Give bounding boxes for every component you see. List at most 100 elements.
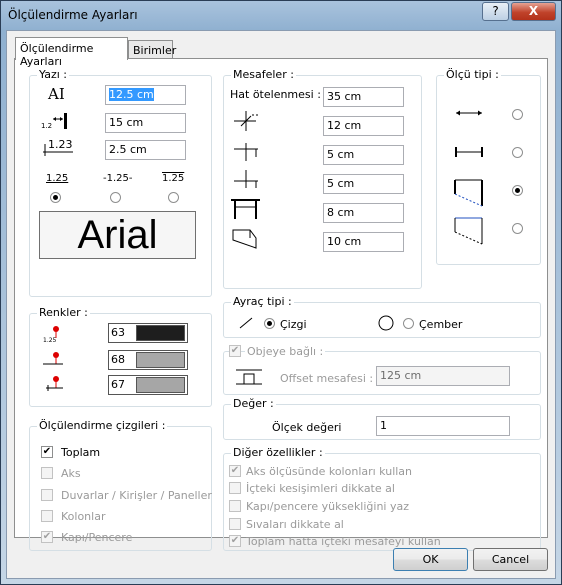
style-over-radio[interactable] xyxy=(168,192,179,203)
olcek-degeri-label: Ölçek değeri xyxy=(272,421,342,434)
column-distance-icon xyxy=(231,199,260,219)
kapi-yukseklik-label: Kapı/pencere yüksekliğini yaz xyxy=(246,500,410,513)
help-button[interactable]: ? xyxy=(482,2,509,21)
mesafe-2-input[interactable]: 12 cm xyxy=(323,116,404,136)
line-separator-icon xyxy=(239,317,253,329)
text-gap-icon: 1.2 xyxy=(41,113,67,130)
tab-olculendirme-ayarlari[interactable]: Ölçülendirme Ayarları xyxy=(15,37,128,68)
olcek-degeri-input[interactable]: 1 xyxy=(376,416,510,436)
olcu-tipi-group: Ölçü tipi : xyxy=(436,68,541,265)
extension-length-icon xyxy=(234,143,258,161)
mesafe-3-input[interactable]: 5 cm xyxy=(323,145,404,165)
mesafe-6-input[interactable]: 10 cm xyxy=(323,232,404,252)
olcu-tipi-legend: Ölçü tipi : xyxy=(444,68,501,81)
marker-color-picker[interactable]: 67 xyxy=(108,375,188,395)
extension-gap-icon xyxy=(234,170,258,188)
title-bar: Ölçülendirme Ayarları ? X xyxy=(1,1,561,29)
olcu-tipi-radio-4[interactable] xyxy=(512,223,523,234)
olcu-tipi-radio-1[interactable] xyxy=(512,109,523,120)
tab-birimler[interactable]: Birimler xyxy=(128,40,176,58)
ayrac-tipi-group: Ayraç tipi : Çizgi Çember xyxy=(223,295,541,338)
renkler-legend: Renkler : xyxy=(37,306,90,319)
sivalar-label: Sıvaları dikkate al xyxy=(246,518,344,531)
text-offset-icon: 1.23 xyxy=(43,138,73,156)
mesafeler-group: Mesafeler : Hat ötelenmesi : 35 cm 12 cm… xyxy=(223,68,422,289)
window-title: Ölçülendirme Ayarları xyxy=(8,8,138,22)
svg-text:1.23: 1.23 xyxy=(48,138,73,151)
text-height-icon: AI xyxy=(48,85,65,103)
circle-separator-icon xyxy=(378,315,394,331)
aks-kolon-label: Aks ölçüsünde kolonları kullan xyxy=(246,465,413,478)
diger-ozellikler-legend: Diğer özellikler : xyxy=(231,446,325,459)
aks-kolon-checkbox[interactable]: ✔ xyxy=(229,465,241,477)
objeye-bagli-group: ✔ Objeye bağlı : Offset mesafesi : 125 c… xyxy=(223,345,541,395)
opening-distance-icon xyxy=(232,229,257,249)
cizgiler-group: Ölçülendirme çizgileri : ✔ Toplam Aks Du… xyxy=(29,419,212,551)
dimension-arrow-icon xyxy=(456,110,482,116)
text-gap-input[interactable]: 15 cm xyxy=(105,113,186,133)
dialog-window: Ölçülendirme Ayarları ? X Ölçülendirme A… xyxy=(0,0,562,585)
dimension-tick-icon xyxy=(455,147,483,157)
text-color-picker[interactable]: 63 xyxy=(108,323,188,343)
style-sample-under: 1.25 xyxy=(46,173,69,184)
duvarlar-checkbox[interactable] xyxy=(41,489,53,501)
dimension-slanted-icon xyxy=(454,217,483,245)
mesafeler-legend: Mesafeler : xyxy=(231,68,296,81)
offset-mesafesi-label: Offset mesafesi : xyxy=(280,372,374,385)
cancel-button[interactable]: Cancel xyxy=(473,548,548,571)
style-inline-radio[interactable] xyxy=(110,192,121,203)
ayrac-cizgi-radio[interactable] xyxy=(264,318,275,329)
attached-object-icon xyxy=(236,369,262,385)
line-color-swatch xyxy=(136,352,185,368)
dialog-client: Ölçülendirme Ayarları Birimler Yazı : AI… xyxy=(6,30,556,579)
ayrac-cember-radio[interactable] xyxy=(403,318,414,329)
dimension-angled-icon xyxy=(454,179,483,207)
toplam-hatta-checkbox[interactable]: ✔ xyxy=(229,535,241,547)
toplam-hatta-label: Toplam hatta içteki mesafeyi kullan xyxy=(246,535,441,548)
yazi-group: Yazı : AI 12.5 cm 1.2 15 cm 1.23 2.5 cm … xyxy=(29,68,212,297)
line-color-picker[interactable]: 68 xyxy=(108,350,188,370)
objeye-bagli-checkbox[interactable]: ✔ xyxy=(229,345,241,357)
kapi-pencere-checkbox[interactable]: ✔ xyxy=(41,531,53,543)
ayrac-cember-label: Çember xyxy=(419,318,463,331)
deger-legend: Değer : xyxy=(231,397,276,410)
hat-otelenmesi-input[interactable]: 35 cm xyxy=(323,87,404,107)
style-sample-over: 1.25 xyxy=(162,173,185,184)
aks-label: Aks xyxy=(61,467,81,480)
kapi-pencere-label: Kapı/Pencere xyxy=(61,531,133,544)
toplam-checkbox[interactable]: ✔ xyxy=(41,446,53,458)
marker-color-swatch xyxy=(136,377,185,393)
text-offset-input[interactable]: 2.5 cm xyxy=(105,140,186,160)
cizgiler-legend: Ölçülendirme çizgileri : xyxy=(37,419,168,432)
text-color-icon: 1.25 xyxy=(43,326,59,344)
kapi-yukseklik-checkbox[interactable] xyxy=(229,500,241,512)
toplam-label: Toplam xyxy=(61,446,101,459)
extension-offset-icon xyxy=(234,111,258,131)
ayrac-cizgi-label: Çizgi xyxy=(280,318,307,331)
deger-group: Değer : Ölçek değeri 1 xyxy=(223,397,541,440)
offset-mesafesi-input[interactable]: 125 cm xyxy=(376,366,510,386)
svg-text:1.2: 1.2 xyxy=(41,122,52,130)
text-height-input[interactable]: 12.5 cm xyxy=(105,85,186,105)
renkler-group: Renkler : 1.25 63 68 67 xyxy=(29,306,212,407)
olcu-tipi-radio-2[interactable] xyxy=(512,147,523,158)
mesafe-5-input[interactable]: 8 cm xyxy=(323,203,404,223)
kolonlar-checkbox[interactable] xyxy=(41,510,53,522)
aks-checkbox[interactable] xyxy=(41,467,53,479)
kolonlar-label: Kolonlar xyxy=(61,510,106,523)
close-button[interactable]: X xyxy=(511,2,556,21)
objeye-bagli-label: Objeye bağlı : xyxy=(245,345,326,358)
mesafe-4-input[interactable]: 5 cm xyxy=(323,174,404,194)
sivalar-checkbox[interactable] xyxy=(229,518,241,530)
yazi-legend: Yazı : xyxy=(37,68,69,81)
duvarlar-label: Duvarlar / Kirişler / Paneller xyxy=(61,489,212,502)
icteki-kesisim-label: İçteki kesişimleri dikkate al xyxy=(246,482,395,495)
font-select-button[interactable]: Arial xyxy=(39,211,196,259)
diger-ozellikler-group: Diğer özellikler : ✔ Aks ölçüsünde kolon… xyxy=(223,446,541,551)
hat-otelenmesi-label: Hat ötelenmesi : xyxy=(230,88,321,101)
ok-button[interactable]: OK xyxy=(393,548,468,571)
style-sample-inline: -1.25- xyxy=(103,173,133,184)
icteki-kesisim-checkbox[interactable] xyxy=(229,482,241,494)
olcu-tipi-radio-3[interactable] xyxy=(512,185,523,196)
style-under-radio[interactable] xyxy=(50,192,61,203)
